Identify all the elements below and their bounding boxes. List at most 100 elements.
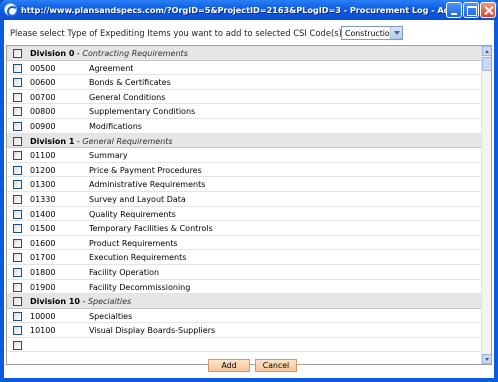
csi-code-row[interactable]: 01100 Summary — [7, 148, 482, 163]
code-checkbox[interactable] — [13, 224, 22, 234]
csi-description: Specialties — [89, 311, 133, 321]
csi-code-row[interactable]: 01200 Price & Payment Procedures — [7, 163, 482, 178]
add-button[interactable]: Add — [208, 359, 250, 372]
csi-description: Product Requirements — [89, 238, 178, 248]
scroll-up-button[interactable] — [482, 46, 491, 56]
csi-code-row[interactable]: 01700 Execution Requirements — [7, 250, 482, 265]
code-checkbox[interactable] — [13, 63, 22, 73]
code-checkbox[interactable] — [13, 209, 22, 219]
code-checkbox[interactable] — [13, 238, 22, 248]
chevron-down-icon[interactable] — [390, 27, 402, 39]
division-name: Division 10 — [30, 297, 80, 307]
csi-code: 00700 — [30, 92, 56, 102]
csi-description: Facility Decommissioning — [89, 282, 191, 292]
division-row[interactable]: Division 0 - Contracting Requirements — [7, 46, 482, 61]
csi-code-row[interactable] — [7, 338, 482, 353]
csi-description: Administrative Requirements — [89, 180, 206, 190]
csi-code: 00800 — [30, 107, 56, 117]
csi-code: 01300 — [30, 180, 56, 190]
csi-code-row[interactable]: 00500 Agreement — [7, 61, 482, 76]
code-checkbox[interactable] — [13, 340, 22, 350]
csi-description: General Conditions — [89, 92, 166, 102]
csi-code-row[interactable]: 01900 Facility Decommissioning — [7, 280, 482, 295]
code-checkbox[interactable] — [13, 267, 22, 277]
csi-description: Supplementary Conditions — [89, 107, 196, 117]
csi-description: Execution Requirements — [89, 253, 187, 263]
close-button[interactable] — [480, 2, 496, 18]
minimize-button[interactable] — [446, 2, 462, 18]
code-checkbox[interactable] — [13, 194, 22, 204]
csi-code: 01330 — [30, 194, 56, 204]
division-subtitle: Specialties — [87, 297, 132, 307]
csi-description: Quality Requirements — [89, 209, 176, 219]
csi-code-row[interactable]: 01800 Facility Operation — [7, 265, 482, 280]
csi-code: 01600 — [30, 238, 56, 248]
vertical-scrollbar[interactable] — [481, 46, 491, 364]
csi-code-row[interactable]: 01400 Quality Requirements — [7, 207, 482, 222]
division-name: Division 1 — [30, 136, 75, 146]
csi-code-row[interactable]: 01600 Product Requirements — [7, 236, 482, 251]
instruction-text: Please select Type of Expediting Items y… — [10, 28, 342, 38]
csi-code: 10000 — [30, 311, 56, 321]
csi-description: Survey and Layout Data — [89, 194, 186, 204]
code-checkbox[interactable] — [13, 282, 22, 292]
csi-code: 01500 — [30, 224, 56, 234]
csi-description: Visual Display Boards-Suppliers — [89, 326, 216, 336]
division-subtitle: General Requirements — [82, 136, 173, 146]
csi-code: 01700 — [30, 253, 56, 263]
cancel-button[interactable]: Cancel — [255, 359, 297, 372]
division-title: Division 10 - Specialties — [30, 297, 132, 307]
csi-code: 01800 — [30, 267, 56, 277]
csi-code-row[interactable]: 01330 Survey and Layout Data — [7, 192, 482, 207]
division-checkbox[interactable] — [13, 49, 22, 58]
window-title: http://www.plansandspecs.com/?OrgID=5&Pr… — [21, 5, 453, 15]
code-checkbox[interactable] — [13, 151, 22, 161]
csi-code: 01100 — [30, 151, 56, 161]
csi-code: 10100 — [30, 326, 56, 336]
code-checkbox[interactable] — [13, 311, 22, 321]
maximize-button[interactable] — [463, 2, 479, 18]
code-checkbox[interactable] — [13, 165, 22, 175]
csi-code-row[interactable]: 00700 General Conditions — [7, 90, 482, 105]
csi-code-row[interactable]: 01300 Administrative Requirements — [7, 177, 482, 192]
code-checkbox[interactable] — [13, 107, 22, 117]
division-row[interactable]: Division 10 - Specialties — [7, 294, 482, 309]
csi-code: 00600 — [30, 78, 56, 88]
browser-icon — [4, 3, 18, 17]
division-row[interactable]: Division 1 - General Requirements — [7, 133, 482, 149]
csi-code: 00500 — [30, 63, 56, 73]
division-checkbox[interactable] — [13, 297, 22, 307]
browser-window: http://www.plansandspecs.com/?OrgID=5&Pr… — [0, 0, 498, 382]
csi-code: 01200 — [30, 165, 56, 175]
code-checkbox[interactable] — [13, 121, 22, 131]
csi-description: Temporary Facilities & Controls — [89, 224, 213, 234]
csi-code: 01400 — [30, 209, 56, 219]
csi-description: Agreement — [89, 63, 134, 73]
csi-description: Bonds & Certificates — [89, 78, 171, 88]
code-checkbox[interactable] — [13, 92, 22, 102]
csi-description: Price & Payment Procedures — [89, 165, 202, 175]
scroll-thumb[interactable] — [482, 57, 491, 71]
code-checkbox[interactable] — [13, 78, 22, 88]
csi-description: Summary — [89, 151, 128, 161]
code-checkbox[interactable] — [13, 180, 22, 190]
csi-code-row[interactable]: 00900 Modifications — [7, 119, 482, 134]
division-title: Division 0 - Contracting Requirements — [30, 49, 188, 58]
expediting-type-select[interactable]: Construction — [341, 26, 403, 40]
select-value: Construction — [345, 29, 395, 38]
csi-code-row[interactable]: 10000 Specialties — [7, 309, 482, 324]
csi-code: 01900 — [30, 282, 56, 292]
csi-code-row[interactable]: 00800 Supplementary Conditions — [7, 104, 482, 119]
code-checkbox[interactable] — [13, 253, 22, 263]
csi-description: Facility Operation — [89, 267, 160, 277]
csi-code-row[interactable]: 00600 Bonds & Certificates — [7, 75, 482, 90]
csi-rows: Division 0 - Contracting Requirements 005… — [7, 46, 482, 353]
division-name: Division 0 — [30, 49, 75, 58]
division-checkbox[interactable] — [13, 136, 22, 146]
csi-code: 00900 — [30, 121, 56, 131]
scroll-down-button[interactable] — [482, 354, 491, 364]
csi-code-row[interactable]: 01500 Temporary Facilities & Controls — [7, 221, 482, 236]
csi-code-row[interactable]: 10100 Visual Display Boards-Suppliers — [7, 323, 482, 338]
title-bar[interactable]: http://www.plansandspecs.com/?OrgID=5&Pr… — [0, 0, 498, 20]
code-checkbox[interactable] — [13, 326, 22, 336]
